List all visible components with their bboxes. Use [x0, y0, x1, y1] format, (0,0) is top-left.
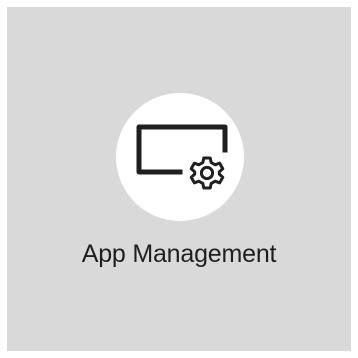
app-management-icon [116, 93, 244, 221]
tile-label: App Management [81, 240, 277, 268]
screen-with-gear-icon [136, 124, 228, 190]
gear-icon [189, 156, 225, 190]
